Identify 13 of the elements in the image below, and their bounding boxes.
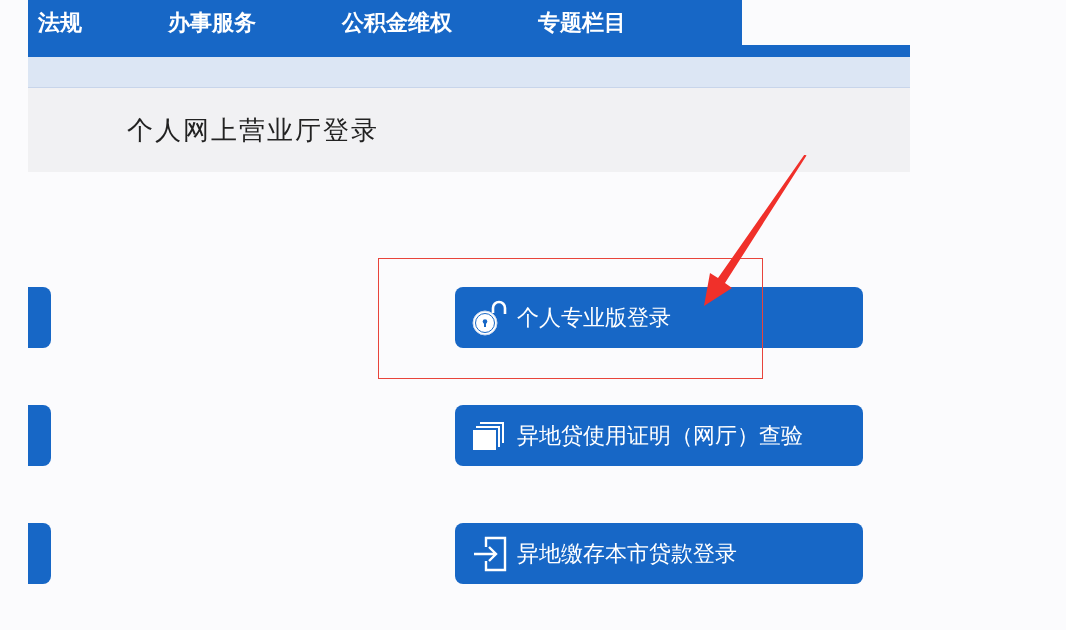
nav-link[interactable]: 办事服务 [168,9,256,36]
cropped-button[interactable] [28,523,51,584]
open-lock-icon [472,299,508,336]
cropped-button[interactable] [28,405,51,466]
nav-link[interactable]: 公积金维权 [342,9,452,36]
login-button[interactable]: 异地贷使用证明（网厅）查验 [455,405,863,466]
login-button[interactable]: 异地缴存本市贷款登录 [455,523,863,584]
nav-link[interactable]: 法规 [38,9,82,36]
enter-icon [472,535,508,572]
panel-title: 个人网上营业厅登录 [127,113,379,147]
login-button[interactable]: 个人专业版登录 [455,287,863,348]
nav-link[interactable]: 专题栏目 [538,9,626,36]
cropped-button[interactable] [28,287,51,348]
